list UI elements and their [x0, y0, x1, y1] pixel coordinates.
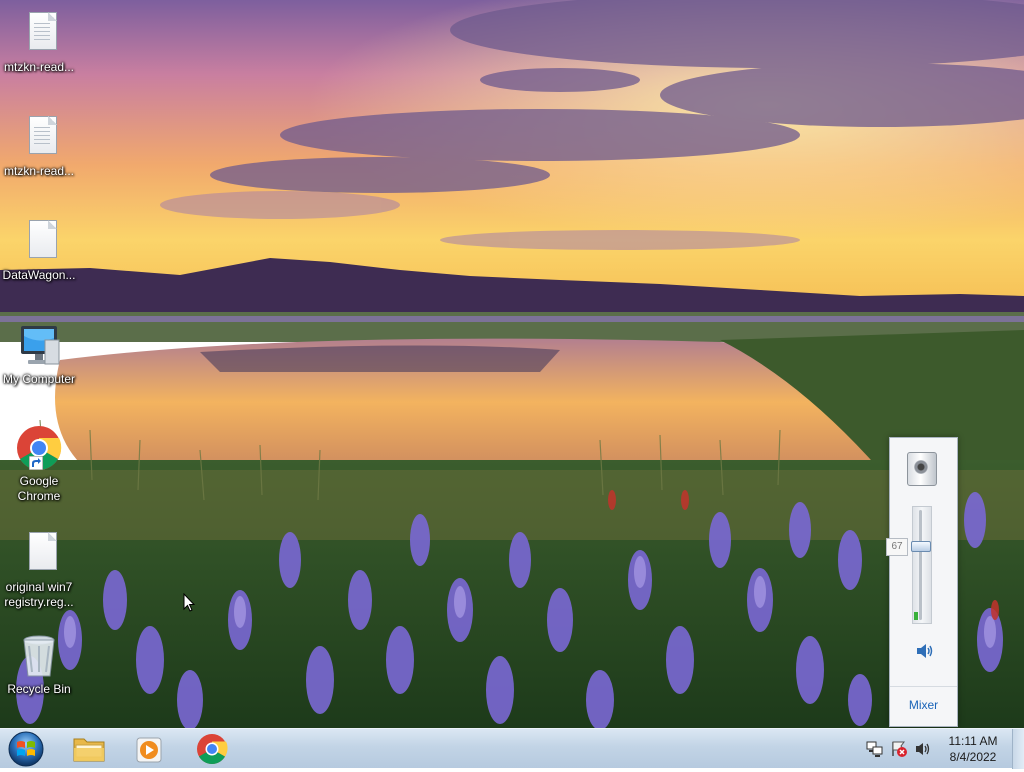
volume-slider[interactable]: [912, 506, 932, 624]
chrome-icon: [15, 424, 63, 472]
desktop-icon-label: Recycle Bin: [7, 682, 71, 696]
file-icon: [15, 218, 63, 266]
show-desktop-button[interactable]: [1012, 729, 1024, 769]
volume-slider-groove: [919, 510, 922, 620]
mixer-link[interactable]: Mixer: [890, 698, 957, 712]
desktop-icon-label: original win7 registry.reg...: [4, 580, 74, 609]
desktop-icon-label: mtzkn-read...: [3, 60, 75, 74]
desktop-icon-mtzkn-readme-2[interactable]: mtzkn-read...: [0, 114, 78, 179]
mouse-cursor-icon: [183, 592, 196, 613]
clock-date: 8/4/2022: [949, 750, 997, 764]
taskbar-clock[interactable]: 11:11 AM 8/4/2022: [938, 733, 1008, 765]
desktop-icon-datawagon[interactable]: DataWagon...: [0, 218, 78, 283]
network-icon[interactable]: [866, 740, 884, 758]
speaker-icon[interactable]: [915, 642, 935, 660]
text-file-icon: [15, 10, 63, 58]
desktop-icon-my-computer[interactable]: My Computer: [0, 322, 78, 387]
desktop-icon-label: My Computer: [2, 372, 76, 386]
file-icon: [15, 530, 63, 578]
start-button[interactable]: [6, 731, 46, 767]
taskbar-media-player[interactable]: [122, 731, 176, 767]
desktop-icon-label: Google Chrome: [17, 474, 61, 503]
desktop-icon-label: mtzkn-read...: [3, 164, 75, 178]
taskbar-google-chrome[interactable]: [185, 731, 239, 767]
volume-icon[interactable]: [914, 740, 932, 758]
taskbar-windows-explorer[interactable]: [62, 731, 116, 767]
flyout-divider: [890, 686, 957, 687]
taskbar: 11:11 AM 8/4/2022: [0, 728, 1024, 769]
volume-level-fill: [914, 612, 918, 620]
media-player-icon: [136, 737, 162, 763]
recycle-bin-icon: [15, 632, 63, 680]
folder-icon: [73, 738, 105, 762]
volume-slider-thumb[interactable]: [911, 541, 931, 553]
shortcut-arrow-icon: [29, 456, 43, 470]
desktop-icon-recycle-bin[interactable]: Recycle Bin: [0, 632, 78, 697]
desktop-icon-google-chrome[interactable]: Google Chrome: [0, 424, 78, 504]
speaker-device-icon[interactable]: [907, 452, 937, 486]
text-file-icon: [15, 114, 63, 162]
windows-logo-icon: [8, 731, 44, 767]
desktop-icon-label: DataWagon...: [2, 268, 76, 282]
clock-time: 11:11 AM: [948, 734, 998, 748]
desktop-icon-original-win7-registry[interactable]: original win7 registry.reg...: [0, 530, 78, 610]
action-center-icon[interactable]: [890, 740, 908, 758]
chrome-icon: [197, 734, 228, 765]
volume-flyout: 67 Mixer: [886, 437, 958, 727]
computer-icon: [15, 322, 63, 370]
desktop-wallpaper: [0, 0, 1024, 728]
desktop-icon-mtzkn-readme-1[interactable]: mtzkn-read...: [0, 10, 78, 75]
volume-value-tooltip: 67: [886, 538, 908, 557]
